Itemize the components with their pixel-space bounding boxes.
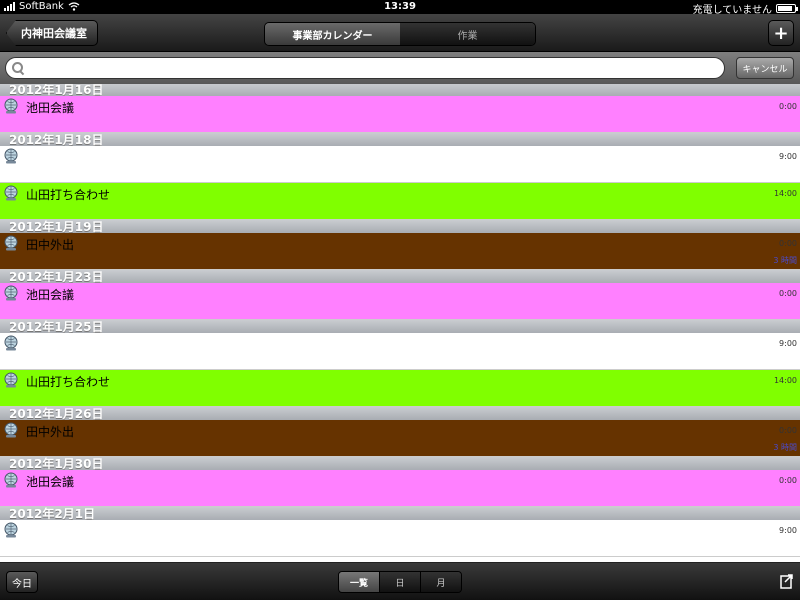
view-month-button[interactable]: 月 <box>421 572 461 592</box>
status-time: 13:39 <box>384 1 416 12</box>
globe-person-icon <box>4 422 18 438</box>
event-time: 0:00 <box>779 239 797 248</box>
event-row[interactable]: 田中外出 0:00 3 時間 <box>0 233 800 270</box>
event-time: 0:00 <box>779 426 797 435</box>
add-event-button[interactable]: + <box>768 20 794 46</box>
search-input[interactable] <box>28 62 724 74</box>
globe-person-icon <box>4 472 18 488</box>
event-row[interactable]: 池田会議 0:00 <box>0 283 800 320</box>
navigation-bar: 内神田会議室 事業部カレンダー 作業 + <box>0 14 800 52</box>
date-section-header: 2012年1月19日 <box>0 220 800 234</box>
event-time: 9:00 <box>779 526 797 535</box>
event-time: 9:00 <box>779 339 797 348</box>
event-row[interactable]: 山田打ち合わせ 14:00 <box>0 370 800 407</box>
event-title: 池田会議 <box>26 475 75 489</box>
date-section-header: 2012年2月1日 <box>0 507 800 521</box>
event-time: 14:00 <box>773 189 797 198</box>
globe-person-icon <box>4 235 18 251</box>
tab-tasks[interactable]: 作業 <box>400 23 535 45</box>
date-section-header: 2012年1月30日 <box>0 457 800 471</box>
event-time: 0:00 <box>779 289 797 298</box>
export-icon[interactable] <box>780 573 794 589</box>
event-title: 山田打ち合わせ <box>26 375 111 389</box>
view-day-button[interactable]: 日 <box>380 572 421 592</box>
date-section-header: 2012年1月23日 <box>0 270 800 284</box>
event-list[interactable]: 2012年1月16日 池田会議 0:00 2012年1月18日 9:00 山田打ち合わせ 1… <box>0 84 800 562</box>
date-section-header: 2012年1月25日 <box>0 320 800 334</box>
event-row[interactable]: 池田会議 0:00 <box>0 470 800 507</box>
event-time: 14:00 <box>773 376 797 385</box>
globe-person-icon <box>4 185 18 201</box>
back-button[interactable]: 内神田会議室 <box>6 20 98 46</box>
event-title: 池田会議 <box>26 288 75 302</box>
globe-person-icon <box>4 285 18 301</box>
globe-person-icon <box>4 98 18 114</box>
bottom-toolbar: 今日 一覧 日 月 <box>0 562 800 600</box>
globe-person-icon <box>4 372 18 388</box>
globe-person-icon <box>4 522 18 538</box>
event-title: 田中外出 <box>26 425 75 439</box>
calendar-segment-control: 事業部カレンダー 作業 <box>264 22 536 46</box>
globe-person-icon <box>4 148 18 164</box>
event-row[interactable]: 田中外出 0:00 3 時間 <box>0 420 800 457</box>
date-section-header: 2012年1月18日 <box>0 133 800 147</box>
search-field <box>5 57 725 79</box>
event-title: 田中外出 <box>26 238 75 252</box>
status-bar: SoftBank 13:39 充電していません <box>0 0 800 16</box>
event-title: 池田会議 <box>26 101 75 115</box>
event-row[interactable]: 山田打ち合わせ 14:00 <box>0 183 800 220</box>
date-section-header: 2012年1月26日 <box>0 407 800 421</box>
tab-business-calendar[interactable]: 事業部カレンダー <box>265 23 400 45</box>
event-time: 9:00 <box>779 152 797 161</box>
today-button[interactable]: 今日 <box>6 571 38 593</box>
search-icon <box>12 62 24 74</box>
view-segment-control: 一覧 日 月 <box>338 571 462 593</box>
event-time: 0:00 <box>779 476 797 485</box>
event-title: 山田打ち合わせ <box>26 188 111 202</box>
event-row[interactable]: 9:00 <box>0 333 800 370</box>
event-row[interactable]: 9:00 <box>0 520 800 557</box>
globe-person-icon <box>4 335 18 351</box>
view-list-button[interactable]: 一覧 <box>339 572 380 592</box>
battery-icon <box>776 4 798 13</box>
event-duration: 3 時間 <box>773 443 797 452</box>
cancel-button[interactable]: キャンセル <box>736 57 794 79</box>
search-bar: キャンセル <box>0 52 800 84</box>
event-duration: 3 時間 <box>773 256 797 265</box>
event-time: 0:00 <box>779 102 797 111</box>
event-row[interactable]: 池田会議 0:00 <box>0 96 800 133</box>
event-row[interactable]: 9:00 <box>0 146 800 183</box>
